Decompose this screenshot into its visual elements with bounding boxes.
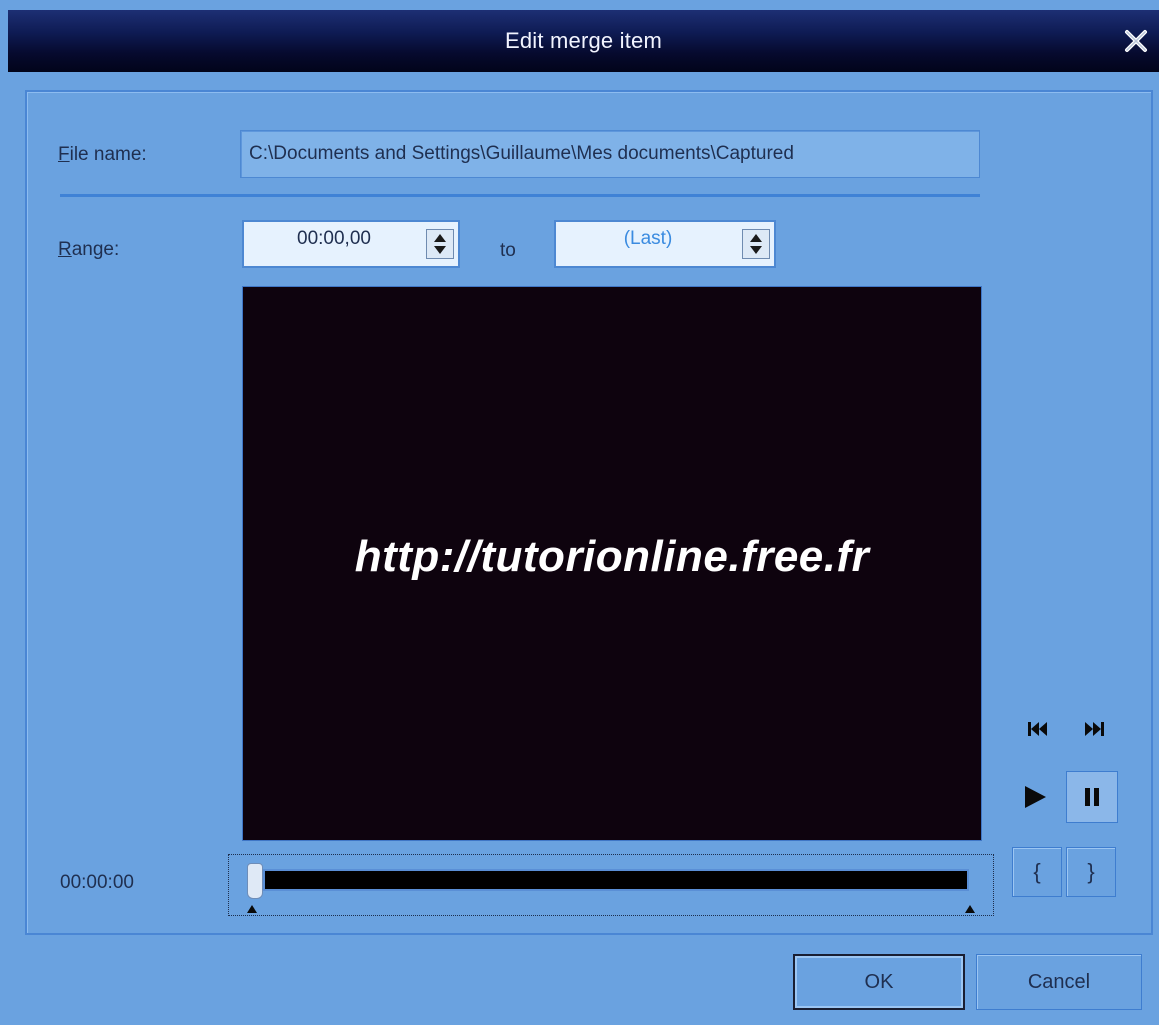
timeline-thumb[interactable] [247,863,263,899]
file-name-hotkey: F [58,144,70,165]
timeline-slider[interactable] [228,854,994,916]
cancel-button[interactable]: Cancel [976,954,1142,1010]
pause-button[interactable] [1066,771,1118,823]
mark-out-button[interactable]: } [1066,847,1116,897]
title-bar: Edit merge item [8,10,1159,72]
range-end-marker-icon [965,905,975,913]
time-readout: 00:00:00 [60,872,134,893]
spin-up-down-icon [434,234,446,254]
range-label: Range: [58,239,119,261]
range-end-value: (Last) [623,228,673,249]
range-end-spinbox[interactable]: (Last) [554,220,776,268]
range-start-value: 00:00,00 [297,228,371,249]
skip-back-button[interactable] [1020,714,1056,744]
play-button[interactable] [1012,774,1058,820]
mark-in-button[interactable]: { [1012,847,1062,897]
separator [60,194,980,197]
skip-forward-button[interactable] [1076,714,1112,744]
video-preview: http://tutorionline.free.fr [242,286,982,841]
close-button[interactable] [1119,24,1153,58]
file-name-label: File name: [58,144,147,166]
spin-up-down-icon [750,234,762,254]
range-start-marker-icon [247,905,257,913]
close-icon [1125,30,1147,52]
ok-button[interactable]: OK [793,954,965,1010]
pause-icon [1085,788,1099,806]
file-name-field[interactable]: C:\Documents and Settings\Guillaume\Mes … [240,130,980,178]
video-overlay-text: http://tutorionline.free.fr [354,532,870,581]
skip-forward-icon [1085,722,1104,736]
timeline-track[interactable] [263,869,969,891]
range-label-text: ange: [71,239,120,260]
range-to-label: to [500,240,516,261]
range-start-spinbox[interactable]: 00:00,00 [242,220,460,268]
range-start-spin-buttons[interactable] [426,229,454,259]
dialog-body: File name: C:\Documents and Settings\Gui… [8,72,1159,1025]
skip-back-icon [1028,722,1047,736]
play-icon [1025,786,1046,808]
range-end-spin-buttons[interactable] [742,229,770,259]
file-name-label-text: ile name: [69,144,147,165]
window-title: Edit merge item [504,28,663,53]
range-hotkey: R [58,239,72,260]
